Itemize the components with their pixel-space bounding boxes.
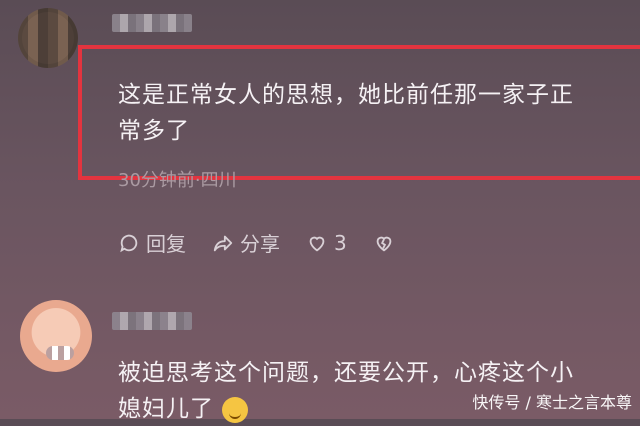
commenter-name-blurred[interactable] [112, 14, 192, 32]
commenter-name-blurred-2[interactable] [112, 312, 192, 330]
comment-text-line-1-second: 被迫思考这个问题，还要公开，心疼这个小 [118, 360, 574, 386]
reply-label: 回复 [146, 232, 186, 256]
share-button[interactable]: 分享 [212, 228, 280, 257]
reply-button[interactable]: 回复 [118, 228, 186, 257]
comment-actions: 回复 分享 3 [118, 228, 395, 257]
commenter-avatar-2[interactable] [20, 300, 92, 372]
highlight-box [78, 45, 640, 180]
like-count: 3 [334, 230, 347, 255]
avatar-pixelated-detail [46, 346, 74, 360]
share-label: 分享 [240, 232, 280, 256]
heart-icon [309, 236, 325, 251]
commenter-avatar[interactable] [18, 8, 78, 68]
watermark: 快传号 / 寒士之言本尊 [472, 393, 632, 412]
comment-text-line-2-second: 媳妇儿了 [118, 392, 249, 426]
reply-icon [120, 234, 138, 252]
comment-text-line-2-second-text: 媳妇儿了 [118, 396, 214, 422]
share-icon [213, 235, 233, 251]
like-button[interactable]: 3 [306, 231, 347, 255]
comment-meta: 30分钟前·四川 [118, 170, 237, 191]
dislike-button[interactable] [373, 232, 395, 254]
broken-heart-icon [376, 236, 392, 251]
